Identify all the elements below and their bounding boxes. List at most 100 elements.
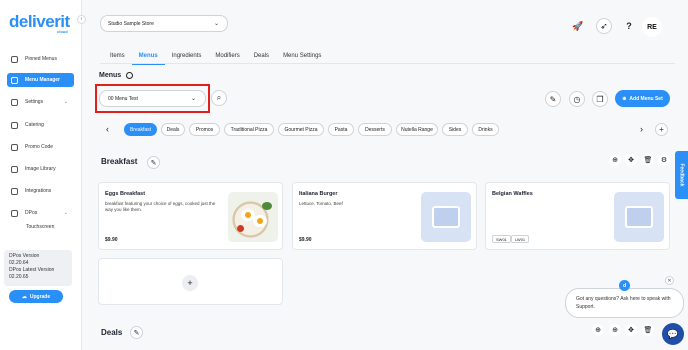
clock-icon: ◷ — [573, 94, 581, 104]
card-title: Belgian Waffles — [492, 191, 533, 197]
category-pill-desserts[interactable]: Desserts — [358, 123, 392, 136]
add-menu-set-label: Add Menu Set — [629, 95, 663, 102]
sidebar-item-promo-code[interactable]: Promo Code — [7, 140, 74, 154]
sidebar-item-integrations[interactable]: Integrations — [7, 184, 74, 198]
category-pill-pasta[interactable]: Pasta — [328, 123, 354, 136]
image-placeholder-icon — [421, 192, 471, 242]
copy-icon: ❐ — [596, 94, 604, 104]
schedule-button[interactable]: ◷ — [569, 91, 585, 107]
sidebar-item-label: Image Library — [25, 166, 56, 172]
category-pill-sides[interactable]: Sides — [442, 123, 468, 136]
add-item-icon[interactable]: ⊕ — [609, 324, 621, 336]
search-button[interactable]: ⌕ — [211, 90, 227, 106]
trash-icon[interactable]: 🗑 — [642, 154, 654, 166]
move-icon[interactable]: ✥ — [625, 324, 637, 336]
menu-select[interactable]: 00 Menu Test ⌄ — [99, 90, 206, 107]
add-item-button[interactable]: + — [182, 275, 198, 291]
sidebar-item-dpos[interactable]: DPos ⌄ — [7, 206, 74, 220]
plus-icon: + — [187, 278, 193, 288]
card-description: breakfast featuring your choice of eggs,… — [105, 201, 216, 212]
card-price: $9.90 — [105, 237, 118, 243]
category-pill-breakfast[interactable]: Breakfast — [124, 123, 157, 136]
plus-icon: + — [659, 125, 664, 134]
chevron-down-icon: ⌄ — [213, 21, 219, 27]
add-menu-set-button[interactable]: ⊕ Add Menu Set — [615, 90, 670, 107]
store-select[interactable]: Studio Sample Store ⌄ — [100, 15, 228, 32]
gear-icon — [11, 98, 18, 106]
add-item-icon[interactable]: ⊕ — [609, 154, 621, 166]
trash-icon[interactable]: 🗑 — [642, 324, 654, 336]
section-title-deals: Deals — [101, 328, 123, 337]
sidebar-subitem-touchscreen[interactable]: Touchscreen — [26, 224, 54, 230]
category-pill-promos[interactable]: Promos — [189, 123, 220, 136]
sidebar-item-label: Catering — [25, 122, 44, 128]
upgrade-button[interactable]: ☁ Upgrade — [9, 290, 63, 303]
card-price: $9.90 — [299, 237, 312, 243]
sidebar-item-settings[interactable]: Settings ⌄ — [7, 95, 74, 109]
add-category-button[interactable]: + — [655, 123, 668, 136]
upgrade-label: Upgrade — [29, 293, 51, 300]
category-pill-drinks[interactable]: Drinks — [472, 123, 499, 136]
chat-message[interactable]: Got any questions? Ask here to speak wit… — [565, 288, 684, 318]
tab-modifiers[interactable]: Modifiers — [208, 53, 246, 65]
rocket-outline-icon[interactable]: ➶ — [596, 18, 612, 34]
gear-icon[interactable]: ⚙ — [658, 154, 670, 166]
category-pill-traditional-pizza[interactable]: Traditional Pizza — [224, 123, 274, 136]
category-pill-deals[interactable]: Deals — [161, 123, 185, 136]
sidebar-item-pinned-menus[interactable]: Pinned Menus — [7, 52, 74, 66]
menu-item-card[interactable]: Italiana Burger Lettuce, Tomato, Beef $9… — [292, 182, 477, 250]
tab-items[interactable]: Items — [103, 53, 132, 65]
edit-section-button[interactable]: ✎ — [147, 156, 160, 169]
copy-button[interactable]: ❐ — [592, 91, 608, 107]
chevron-down-icon: ⌄ — [63, 210, 68, 216]
link-icon — [11, 187, 18, 195]
feedback-tab[interactable]: Feedback — [675, 151, 688, 199]
image-icon — [11, 165, 18, 173]
help-icon[interactable]: ? — [621, 18, 637, 34]
pencil-icon: ✎ — [549, 94, 557, 104]
dpos-version-label: DPos Version — [9, 253, 40, 259]
tab-deals[interactable]: Deals — [247, 53, 276, 65]
chat-launcher-button[interactable]: 💬 — [662, 323, 684, 345]
dpos-version-value: 02.20.64 — [9, 260, 29, 266]
book-icon — [126, 72, 133, 79]
sidebar-item-label: Pinned Menus — [25, 56, 57, 62]
edit-section-button[interactable]: ✎ — [130, 326, 143, 339]
sidebar-item-image-library[interactable]: Image Library — [7, 162, 74, 176]
rocket-icon[interactable]: 🚀 — [570, 18, 586, 34]
sidebar-item-menu-manager[interactable]: Menu Manager — [7, 73, 74, 87]
calendar-icon — [11, 121, 18, 129]
tab-menus[interactable]: Menus — [131, 53, 165, 65]
image-placeholder-icon — [614, 192, 664, 242]
tab-bar: Items Menus Ingredients Modifiers Deals … — [103, 53, 328, 65]
sidebar-item-label: Promo Code — [25, 144, 54, 150]
chevron-left-icon[interactable]: ‹ — [106, 124, 109, 134]
sidebar-collapse-button[interactable]: ‹ — [77, 15, 86, 24]
tab-ingredients[interactable]: Ingredients — [165, 53, 209, 65]
chat-avatar: d — [619, 280, 630, 291]
add-circle-icon[interactable]: ⊕ — [592, 324, 604, 336]
menu-select-value: 00 Menu Test — [108, 95, 138, 102]
sidebar-item-label: Integrations — [25, 188, 52, 194]
move-icon[interactable]: ✥ — [625, 154, 637, 166]
close-icon[interactable]: ✕ — [665, 276, 674, 285]
category-pill-gourmet-pizza[interactable]: Gourmet Pizza — [278, 123, 324, 136]
pencil-icon: ✎ — [133, 329, 140, 337]
tab-menu-settings[interactable]: Menu Settings — [276, 53, 328, 65]
category-pill-nutella-range[interactable]: Nutella Range — [396, 123, 438, 136]
chevron-down-icon: ⌄ — [63, 99, 68, 105]
page-title: Menus — [99, 72, 122, 79]
edit-menu-button[interactable]: ✎ — [545, 91, 561, 107]
card-description: Lettuce, Tomato, Beef — [299, 201, 343, 206]
avatar[interactable]: RE — [642, 17, 662, 37]
sidebar-item-label: DPos — [25, 210, 38, 216]
pencil-icon: ✎ — [150, 159, 157, 167]
sidebar-item-label: Menu Manager — [25, 77, 61, 83]
store-select-value: Studio Sample Store — [108, 20, 154, 27]
chevron-right-icon[interactable]: › — [640, 124, 643, 134]
menu-item-card[interactable]: Eggs Breakfast breakfast featuring your … — [98, 182, 283, 250]
category-bar: ‹ Breakfast Deals Promos Traditional Piz… — [103, 123, 673, 137]
version-info: DPos Version 02.20.64 DPos Latest Versio… — [4, 250, 72, 286]
sidebar-item-catering[interactable]: Catering — [7, 118, 74, 132]
item-tag: LW01 — [511, 235, 530, 243]
